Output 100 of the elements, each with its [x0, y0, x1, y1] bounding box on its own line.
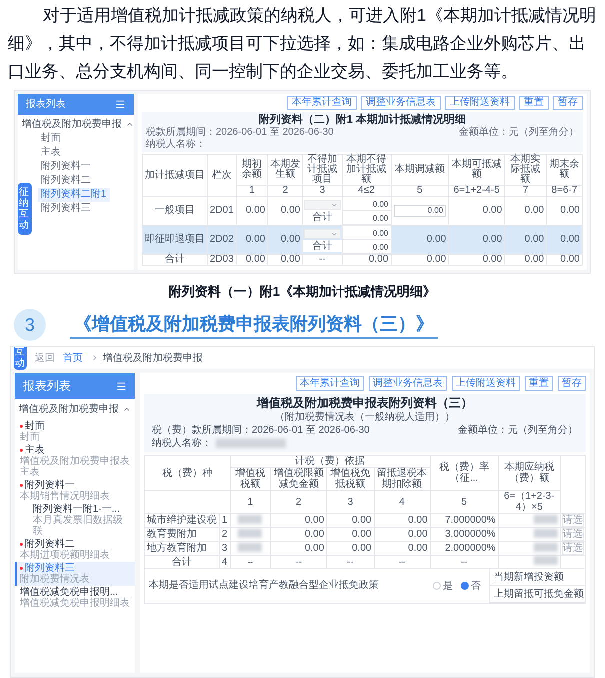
form-title: 增值税及附加税费申报表附列资料（三） — [256, 396, 474, 411]
select-field[interactable]: 请选 — [562, 528, 584, 541]
sidebar-item[interactable]: 附列资料三 — [38, 202, 94, 216]
policy-question: 本期是否适用试点建设培育产教融合型企业抵免政策 — [148, 580, 380, 592]
column-header: 不得加计抵减项目 — [302, 154, 342, 186]
table-cell: 0.00 — [236, 254, 268, 266]
sidebar-item[interactable]: 附列资料一 本期销售情况明细表 — [15, 479, 135, 503]
table-cell: 0.00 — [546, 254, 582, 266]
column-header: 本期实际抵减额 — [504, 154, 547, 186]
table-row[interactable]: 即征即退项目 2D02 0.00 0.00 合计 0.00 0.00 0.00 0.00 0.00 0.00 — [142, 226, 582, 254]
table-row[interactable]: 一般项目 2D01 0.00 0.00 合计 0.00 0.00 0.00 0.00 0.00 0.00 — [142, 196, 582, 226]
column-header: 期末余额 — [546, 154, 582, 186]
table-cell: 0.00 — [326, 542, 374, 556]
floating-tab[interactable]: 互动 — [14, 347, 27, 370]
table-cell: -- — [302, 254, 342, 266]
table-cell: -- — [248, 558, 254, 566]
taxpayer-label: 纳税人名称： — [146, 139, 207, 151]
sidebar-item[interactable]: 增值税减免税申报明... 增值税减免税申报明细表 — [15, 586, 135, 610]
column-header: 本期发生额 — [268, 154, 303, 186]
column-header: 加计抵减项目 — [142, 154, 208, 196]
toolbar-button[interactable]: 调整业务信息表 — [361, 96, 441, 110]
table-cell: 1 — [220, 514, 230, 528]
column-number: 3 — [326, 490, 374, 514]
sidebar-item[interactable]: 附列资料三 附加税费情况表 — [15, 562, 135, 586]
table-cell: 合计 — [312, 241, 333, 252]
sidebar-group: 增值税及附加税费申报 — [19, 402, 119, 417]
column-header: 本期调减额 — [391, 154, 449, 186]
table-cell: 0.00 — [372, 200, 389, 209]
blurred-value — [238, 528, 262, 538]
toolbar-button[interactable]: 重置 — [525, 376, 553, 391]
sidebar-item[interactable]: 附列资料二附1 — [38, 188, 110, 202]
blurred-value — [534, 556, 558, 565]
chevron-down-icon — [330, 202, 338, 208]
blurred-value — [534, 528, 558, 538]
table-cell: 当期新增投资额 — [494, 572, 564, 583]
toolbar-button[interactable]: 本年累计查询 — [296, 376, 364, 391]
blurred-value — [534, 514, 558, 524]
back-link[interactable]: 返回 — [35, 350, 55, 366]
section-title: 《增值税及附加税费申报表附列资料（三）》 — [70, 311, 438, 339]
column-header: 本期应纳税（费）额 — [498, 456, 560, 490]
select-field[interactable]: 请选 — [562, 542, 584, 555]
table-cell: 0.00 — [270, 542, 327, 556]
column-header: 本期不得加计抵减额 — [342, 154, 392, 186]
menu-icon[interactable] — [116, 380, 127, 392]
table-cell: -- — [326, 556, 374, 568]
sidebar-group: 增值税及附加税费申报 — [22, 117, 122, 132]
section-number: 3 — [14, 309, 46, 341]
toolbar-button[interactable]: 暂存 — [553, 96, 583, 110]
column-header: 留抵退税本期扣除额 — [374, 468, 430, 490]
dropdown-field[interactable] — [304, 229, 341, 239]
column-header: 税（费）种 — [144, 456, 230, 490]
sidebar-item[interactable]: 附列资料二 本期进项税额明细表 — [15, 538, 135, 562]
toolbar-button[interactable]: 本年累计查询 — [287, 96, 357, 110]
floating-tab[interactable]: 征纳互动 — [18, 183, 32, 235]
table-cell: 0.00 — [372, 214, 389, 223]
table-cell: 地方教育附加 — [144, 542, 220, 556]
table-cell: 0.00 — [391, 254, 449, 266]
toolbar-button[interactable]: 上传附送资料 — [452, 376, 520, 391]
input-field[interactable]: 0.00 — [394, 205, 446, 217]
sidebar-item[interactable]: 主表 — [38, 146, 64, 160]
table-cell: 0.00 — [326, 514, 374, 528]
table-cell: 0.00 — [326, 528, 374, 542]
sidebar-item[interactable]: 附列资料一附1-一... 本月真发票旧数据级联 — [15, 503, 135, 538]
table-cell: 2D03 — [208, 254, 236, 266]
sidebar-title: 报表列表 — [23, 378, 71, 395]
table-cell: 0.00 — [374, 514, 430, 528]
sidebar-item[interactable]: 附列资料一 — [38, 160, 94, 174]
table-cell: 2.000000% — [430, 542, 498, 556]
menu-icon[interactable] — [115, 99, 126, 110]
table-cell: 0.00 — [268, 254, 303, 266]
table-cell: 3.000000% — [430, 528, 498, 542]
toolbar-button[interactable]: 上传附送资料 — [445, 96, 515, 110]
sidebar-item[interactable]: 主表 增值税及附加税费申报表主表 — [15, 444, 135, 479]
table-row[interactable]: 合计 2D03 0.00 0.00 -- 0.00 0.00 0.00 0.00 0.00 — [142, 254, 582, 266]
toolbar-button[interactable]: 暂存 — [558, 376, 586, 391]
chevron-down-icon — [330, 230, 338, 238]
sidebar-item[interactable]: 附列资料二 — [38, 174, 94, 188]
table-cell: 上期留抵可抵免金额 — [494, 589, 584, 600]
column-header: 增值税免抵税额 — [326, 468, 374, 490]
dropdown-field[interactable] — [304, 200, 341, 210]
sidebar-item[interactable]: 封面 — [38, 132, 64, 146]
table-cell: 合计 — [142, 254, 208, 266]
period-text: 税（费）款所属期间：2026-06-01 至 2026-06-30 — [152, 424, 370, 437]
toolbar-button[interactable]: 重置 — [519, 96, 549, 110]
sidebar-item[interactable]: 封面 封面 — [15, 420, 135, 444]
table-cell: 合计 — [312, 212, 333, 223]
column-number: 2 — [270, 490, 327, 514]
select-field[interactable]: 请选 — [562, 514, 584, 527]
table-cell: 0.00 — [372, 229, 389, 238]
period-text: 税款所属期间：2026-06-01 至 2026-06-30 — [146, 127, 334, 138]
unit-text: 金额单位：元（列至角分） — [458, 424, 578, 437]
breadcrumb-link[interactable]: 首页 — [63, 350, 83, 366]
column-header: 增值税税额 — [230, 468, 271, 490]
table-cell: 0.00 — [504, 254, 547, 266]
column-number: 4 — [374, 490, 430, 514]
toolbar-button[interactable]: 调整业务信息表 — [369, 376, 447, 391]
breadcrumb-link[interactable]: 增值税及附加税费申报 — [103, 350, 203, 366]
taxpayer-label: 纳税人名称： — [152, 437, 212, 450]
radio-button[interactable] — [461, 582, 469, 590]
table-cell: 0.00 — [270, 514, 327, 528]
